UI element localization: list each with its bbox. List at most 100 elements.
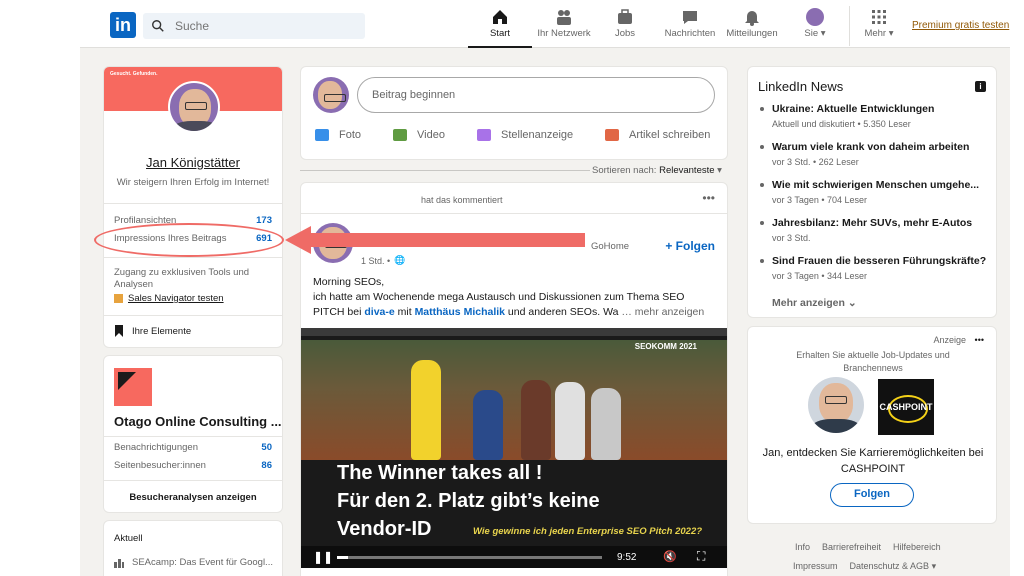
video-progress[interactable]	[337, 556, 602, 559]
ad-card: Anzeige ••• Erhalten Sie aktuelle Job-Up…	[747, 326, 997, 524]
shirt-image	[812, 419, 860, 433]
nav-me[interactable]: Sie ▾	[792, 8, 838, 48]
news-meta: vor 3 Tagen • 344 Leser	[772, 271, 868, 281]
mute-icon[interactable]: 🔇	[663, 550, 677, 563]
ad-description: Jan, entdecken Sie Karrieremöglichkeiten…	[762, 447, 984, 475]
stat-visitors[interactable]: Seitenbesucher:innen 86	[114, 460, 272, 471]
pause-icon[interactable]: ❚❚	[313, 550, 333, 564]
write-article-button[interactable]: Artikel schreiben	[605, 129, 710, 141]
profile-tagline: Wir steigern Ihren Erfolg im Internet!	[116, 177, 270, 188]
my-items-link[interactable]: Ihre Elemente	[114, 325, 191, 337]
video-caption: Für den 2. Platz gibt’s keine	[337, 490, 600, 512]
avatar[interactable]	[313, 77, 349, 113]
sales-navigator-link[interactable]: Sales Navigator testen	[114, 293, 224, 304]
company-logo[interactable]: CASHPOINT	[878, 379, 934, 435]
photo-button[interactable]: Foto	[315, 129, 361, 141]
ad-label: Anzeige •••	[934, 335, 985, 345]
shirt-image	[172, 121, 218, 131]
recent-item[interactable]: SEAcamp: Das Event für Googl...	[114, 557, 273, 568]
network-icon	[557, 10, 571, 25]
search-input[interactable]	[175, 19, 345, 33]
post-body: Morning SEOs, ich hatte am Wochenende me…	[313, 275, 723, 320]
footer-link[interactable]: Datenschutz & AGB ▾	[850, 561, 937, 572]
news-item[interactable]: Ukraine: Aktuelle Entwicklungen Aktuell …	[758, 103, 988, 129]
article-icon	[605, 129, 619, 141]
see-more-link[interactable]: … mehr anzeigen	[621, 306, 704, 318]
stat-notifications[interactable]: Benachrichtigungen 50	[114, 442, 272, 453]
caret-down-icon: ▾	[717, 165, 722, 176]
sort-dropdown[interactable]: Sortieren nach: Relevanteste ▾	[592, 165, 722, 176]
company-name[interactable]: Otago Online Consulting ...	[114, 414, 282, 429]
follow-button[interactable]: + Folgen	[665, 239, 715, 253]
nav-messages[interactable]: Nachrichten	[660, 8, 720, 48]
footer-link[interactable]: Hilfebereich	[893, 542, 941, 552]
sort-value: Relevanteste	[659, 165, 715, 176]
highlight-ellipse	[94, 223, 284, 257]
show-more-button[interactable]: Mehr anzeigen ⌄	[772, 297, 857, 309]
nav-network[interactable]: Ihr Netzwerk	[532, 8, 596, 48]
search-bar[interactable]	[143, 13, 365, 39]
premium-teaser: Zugang zu exklusiven Tools und Analysen	[114, 267, 250, 290]
nav-notifications[interactable]: Mitteilungen	[722, 8, 782, 48]
footer-link[interactable]: Impressum	[793, 561, 838, 572]
news-meta: vor 3 Std. • 262 Leser	[772, 157, 859, 167]
follow-company-button[interactable]: Folgen	[830, 483, 914, 507]
ad-label-text: Anzeige	[933, 335, 967, 345]
footer-link[interactable]: Barrierefreiheit	[822, 542, 881, 552]
news-item[interactable]: Wie mit schwierigen Menschen umgehe... v…	[758, 179, 988, 205]
more-options-icon[interactable]: •••	[702, 191, 715, 205]
profile-avatar[interactable]	[168, 81, 220, 133]
post-context: hat das kommentiert	[421, 195, 503, 205]
stat-label: Benachrichtigungen	[114, 442, 198, 453]
news-headline: Ukraine: Aktuelle Entwicklungen	[758, 103, 988, 115]
video-tabs-strip	[301, 328, 727, 336]
profile-name[interactable]: Jan Königstätter	[104, 155, 282, 170]
divider	[104, 203, 282, 204]
nav-label: Nachrichten	[664, 28, 716, 39]
sort-label: Sortieren nach:	[592, 165, 657, 176]
chevron-down-icon: ▾	[818, 28, 826, 39]
post-line: ich hatte am Wochenende mega Austausch u…	[313, 291, 685, 303]
company-logo[interactable]	[114, 368, 152, 406]
profile-card: Gesucht. Gefunden. Jan Königstätter Wir …	[103, 66, 283, 348]
nav-home[interactable]: Start	[468, 8, 532, 48]
news-item[interactable]: Sind Frauen die besseren Führungskräfte?…	[758, 255, 988, 281]
visitor-analytics-link[interactable]: Besucheranalysen anzeigen	[104, 492, 282, 503]
post-text: und anderen SEOs. Wa	[505, 306, 619, 318]
fullscreen-icon[interactable]: ⛶	[697, 549, 705, 564]
footer-links: Info Barrierefreiheit Hilfebereich	[795, 542, 941, 552]
brand-name: CASHPOINT	[879, 402, 933, 412]
video-button[interactable]: Video	[393, 129, 445, 141]
post-meta: 1 Std. • 🌐	[361, 255, 405, 266]
video-frame	[301, 340, 727, 460]
news-item[interactable]: Jahresbilanz: Mehr SUVs, mehr E-Autos vo…	[758, 217, 988, 243]
action-label: Stellenanzeige	[501, 129, 574, 141]
more-options-icon[interactable]: •••	[975, 335, 984, 345]
footer-links: Impressum Datenschutz & AGB ▾	[793, 561, 936, 572]
nav-jobs[interactable]: Jobs	[600, 8, 650, 48]
nav-more[interactable]: Mehr ▾	[856, 8, 902, 48]
mention-link[interactable]: diva-e	[364, 306, 394, 318]
start-post-input[interactable]: Beitrag beginnen	[357, 77, 715, 113]
stat-value: 86	[261, 460, 272, 471]
sort-divider	[300, 170, 590, 171]
job-post-button[interactable]: Stellenanzeige	[477, 129, 573, 141]
video-controls: ❚❚ 9:52 🔇 ⛶	[301, 546, 727, 568]
premium-link[interactable]: Premium gratis testen	[912, 20, 1009, 31]
divider	[104, 436, 282, 437]
banner-text: Gesucht. Gefunden.	[110, 71, 158, 77]
action-label: Video	[417, 129, 445, 141]
stat-value: 50	[261, 442, 272, 453]
sales-link-label: Sales Navigator testen	[128, 293, 224, 304]
grid-icon	[872, 10, 886, 24]
avatar	[806, 8, 824, 26]
video-player[interactable]: SEOKOMM 2021 The Winner takes all ! Für …	[301, 328, 727, 568]
nav-divider	[849, 6, 850, 46]
footer-link[interactable]: Info	[795, 542, 810, 552]
mention-link[interactable]: Matthäus Michalik	[415, 306, 505, 318]
linkedin-logo-icon[interactable]: in	[110, 12, 136, 38]
info-icon[interactable]: i	[975, 81, 986, 92]
stat-label: Seitenbesucher:innen	[114, 460, 206, 471]
company-card: Otago Online Consulting ... Benachrichti…	[103, 355, 283, 513]
news-item[interactable]: Warum viele krank von daheim arbeiten vo…	[758, 141, 988, 167]
